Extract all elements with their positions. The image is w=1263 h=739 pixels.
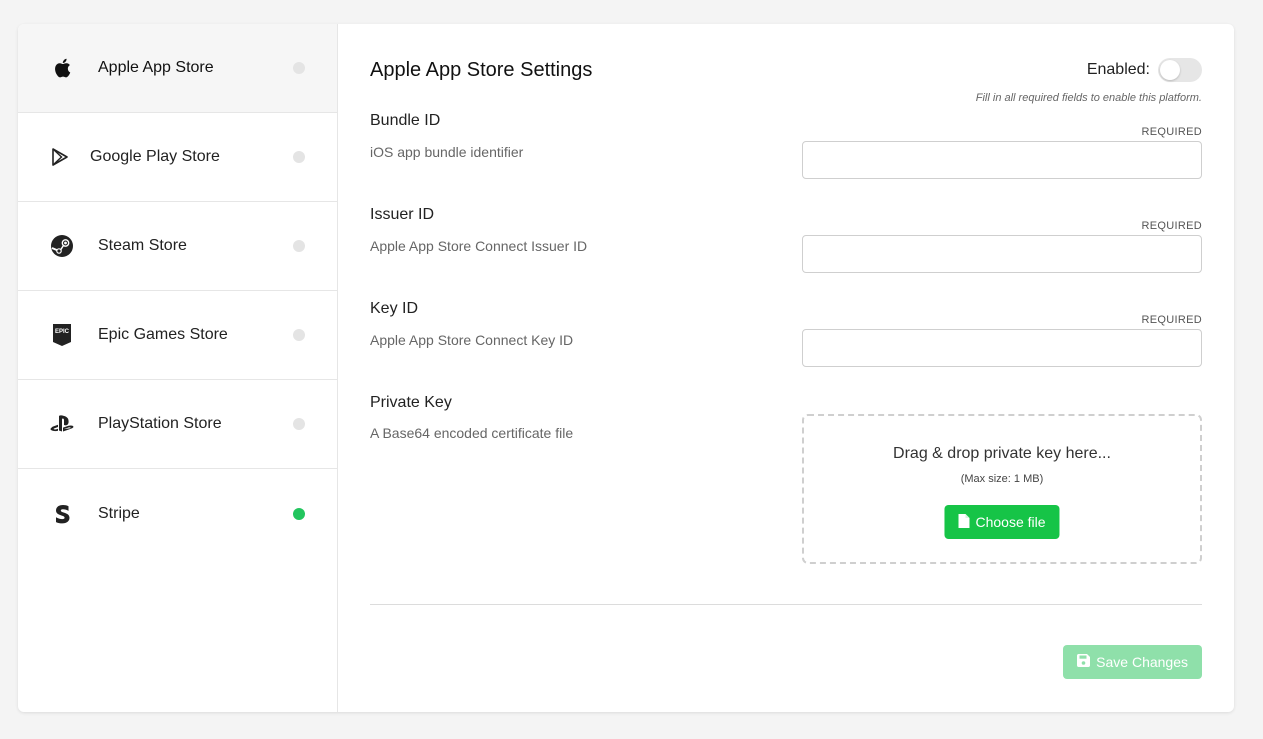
sidebar-item-label: Steam Store (98, 237, 187, 254)
enabled-control: Enabled: (1087, 58, 1202, 82)
sidebar-item-google-play-store[interactable]: Google Play Store (18, 113, 337, 202)
toggle-knob (1160, 60, 1180, 80)
required-label: REQUIRED (1141, 314, 1202, 326)
field-title: Bundle ID (370, 112, 441, 129)
field-title: Issuer ID (370, 206, 435, 223)
field-description: Apple App Store Connect Issuer ID (370, 238, 588, 254)
page-title: Apple App Store Settings (370, 59, 593, 81)
sidebar-item-playstation-store[interactable]: PlayStation Store (18, 380, 337, 469)
field-title: Key ID (370, 300, 419, 317)
status-dot (293, 507, 305, 520)
sidebar-item-label: Epic Games Store (98, 326, 228, 343)
dropzone-max-size: (Max size: 1 MB) (960, 473, 1044, 485)
status-dot (293, 151, 305, 163)
settings-panel: Apple App Store Settings Enabled: Fill i… (370, 24, 1202, 712)
stripe-icon (50, 502, 74, 526)
enable-hint: Fill in all required fields to enable th… (975, 92, 1202, 104)
enabled-toggle[interactable] (1158, 58, 1202, 82)
status-dot (293, 240, 305, 252)
dropzone-text: Drag & drop private key here... (893, 445, 1111, 462)
epic-icon-text: EPIC (55, 329, 70, 335)
sidebar-item-label: PlayStation Store (98, 415, 222, 432)
platform-sidebar: Apple App Store Google Play Store Steam … (18, 24, 338, 712)
bundle-id-field: Bundle ID iOS app bundle identifier REQU… (370, 112, 1202, 202)
apple-icon (50, 56, 74, 80)
key-id-input[interactable] (802, 329, 1202, 367)
status-dot (293, 329, 305, 341)
required-label: REQUIRED (1141, 126, 1202, 138)
settings-card: Apple App Store Google Play Store Steam … (18, 24, 1234, 712)
sidebar-item-steam-store[interactable]: Steam Store (18, 202, 337, 291)
private-key-dropzone[interactable]: Drag & drop private key here... (Max siz… (802, 414, 1202, 564)
save-changes-button[interactable]: Save Changes (1063, 645, 1202, 679)
private-key-title: Private Key (370, 394, 452, 411)
issuer-id-field: Issuer ID Apple App Store Connect Issuer… (370, 206, 1202, 296)
choose-file-button[interactable]: Choose file (944, 505, 1060, 539)
key-id-field: Key ID Apple App Store Connect Key ID RE… (370, 300, 1202, 390)
playstation-icon (50, 412, 74, 436)
sidebar-item-label: Apple App Store (98, 59, 214, 76)
field-description: iOS app bundle identifier (370, 144, 524, 160)
sidebar-item-apple-app-store[interactable]: Apple App Store (18, 24, 337, 113)
save-changes-label: Save Changes (1096, 654, 1188, 670)
steam-icon (50, 234, 74, 258)
sidebar-item-stripe[interactable]: Stripe (18, 469, 337, 558)
enabled-label: Enabled: (1086, 61, 1150, 78)
epic-games-icon: EPIC (50, 323, 74, 347)
save-icon (1077, 654, 1091, 670)
divider (370, 604, 1202, 605)
file-icon (958, 513, 970, 531)
sidebar-item-label: Stripe (98, 504, 140, 522)
status-dot (293, 418, 305, 430)
required-label: REQUIRED (1141, 220, 1202, 232)
private-key-description: A Base64 encoded certificate file (370, 425, 574, 441)
bundle-id-input[interactable] (802, 141, 1202, 179)
sidebar-item-label: Google Play Store (90, 148, 220, 165)
field-description: Apple App Store Connect Key ID (370, 332, 574, 348)
sidebar-item-epic-games-store[interactable]: EPIC Epic Games Store (18, 291, 337, 380)
status-dot (293, 62, 305, 74)
google-play-icon (48, 145, 72, 169)
issuer-id-input[interactable] (802, 235, 1202, 273)
choose-file-label: Choose file (975, 514, 1046, 530)
